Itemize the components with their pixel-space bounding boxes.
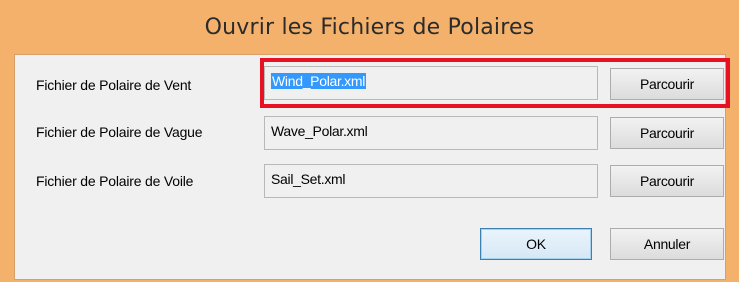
wave-polar-value: Wave_Polar.xml xyxy=(271,123,368,139)
sail-polar-field[interactable]: Sail_Set.xml xyxy=(264,164,598,198)
wind-polar-label: Fichier de Polaire de Vent xyxy=(36,77,192,93)
annotation-highlight-box xyxy=(260,58,730,108)
wave-polar-label: Fichier de Polaire de Vague xyxy=(36,124,203,140)
dialog-window: Ouvrir les Fichiers de Polaires Fichier … xyxy=(0,0,739,282)
wave-polar-field[interactable]: Wave_Polar.xml xyxy=(264,116,598,150)
sail-polar-browse-button[interactable]: Parcourir xyxy=(610,165,724,197)
sail-polar-label: Fichier de Polaire de Voile xyxy=(36,173,194,189)
dialog-title: Ouvrir les Fichiers de Polaires xyxy=(204,14,535,40)
wave-polar-browse-button[interactable]: Parcourir xyxy=(610,117,724,149)
title-bar[interactable]: Ouvrir les Fichiers de Polaires xyxy=(0,0,739,54)
cancel-button[interactable]: Annuler xyxy=(610,228,724,260)
sail-polar-value: Sail_Set.xml xyxy=(271,171,346,187)
ok-button[interactable]: OK xyxy=(480,228,592,260)
